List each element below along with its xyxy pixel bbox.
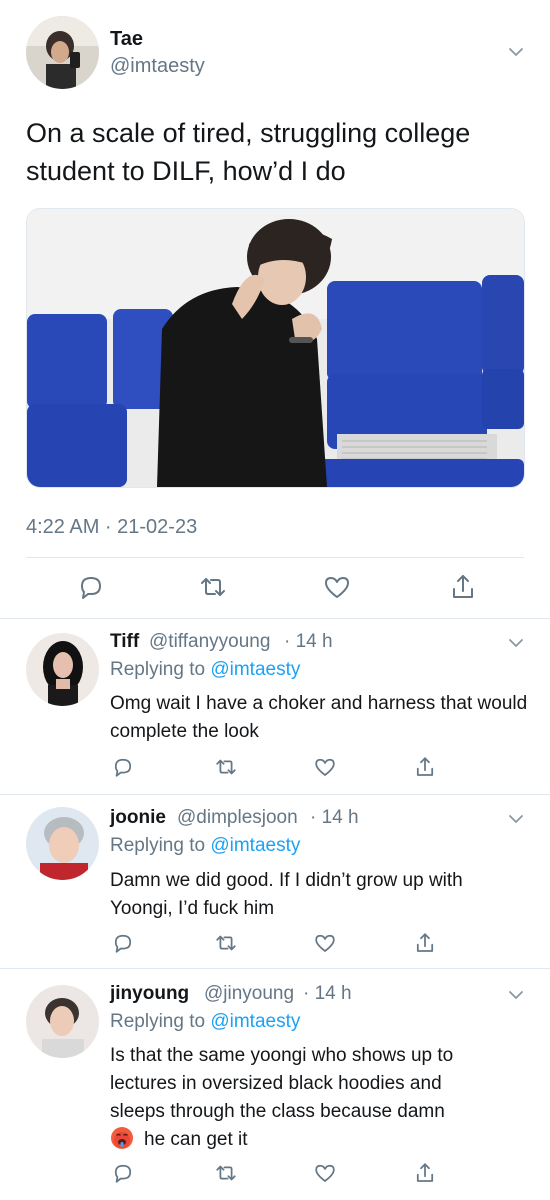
chevron-down-icon[interactable] <box>506 985 526 1005</box>
reply-avatar[interactable] <box>26 985 99 1058</box>
reply-author-name[interactable]: Tiff <box>110 631 139 653</box>
reply-tweet[interactable]: Tiff @tiffanyyoung · 14 h Replying to @i… <box>0 619 550 794</box>
like-icon[interactable] <box>313 931 337 955</box>
reply-icon[interactable] <box>111 1161 135 1185</box>
reply-text-line: he can get it <box>110 1126 530 1154</box>
divider <box>26 557 524 558</box>
reply-author-handle[interactable]: @dimplesjoon <box>177 807 298 829</box>
reply-author-handle[interactable]: @tiffanyyoung <box>149 631 270 653</box>
hot-face-emoji-icon <box>110 1126 134 1150</box>
reply-text: Omg wait I have a choker and harness tha… <box>110 693 528 742</box>
retweet-icon[interactable] <box>214 931 238 955</box>
share-icon[interactable] <box>413 931 437 955</box>
replying-to: Replying to @imtaesty <box>110 835 300 857</box>
reply-author-name[interactable]: jinyoung <box>110 983 189 1005</box>
replying-to-label: Replying to <box>110 1011 206 1032</box>
retweet-icon[interactable] <box>198 572 228 602</box>
replying-to-label: Replying to <box>110 835 206 856</box>
share-icon[interactable] <box>413 1161 437 1185</box>
retweet-icon[interactable] <box>214 755 238 779</box>
reply-avatar[interactable] <box>26 807 99 880</box>
like-icon[interactable] <box>322 572 352 602</box>
replying-to-mention[interactable]: @imtaesty <box>210 835 300 856</box>
reply-author-name[interactable]: joonie <box>110 807 166 829</box>
reply-text-line: Is that the same yoongi who shows up to <box>110 1045 454 1066</box>
reply-text-line: sleeps through the class because damn <box>110 1101 445 1122</box>
chevron-down-icon[interactable] <box>506 42 526 62</box>
author-handle[interactable]: @imtaesty <box>110 55 205 78</box>
reply-author-handle[interactable]: @jinyoung <box>204 983 294 1005</box>
tweet-photo[interactable] <box>26 208 525 488</box>
reply-icon[interactable] <box>76 572 106 602</box>
replying-to: Replying to @imtaesty <box>110 1011 300 1033</box>
author-avatar[interactable] <box>26 16 99 89</box>
reply-time[interactable]: · 14 h <box>284 631 333 653</box>
reply-text-tail: he can get it <box>144 1129 248 1150</box>
retweet-icon[interactable] <box>214 1161 238 1185</box>
like-icon[interactable] <box>313 1161 337 1185</box>
replying-to-mention[interactable]: @imtaesty <box>210 659 300 680</box>
reply-text: Damn we did good. If I didn’t grow up wi… <box>110 870 463 919</box>
chevron-down-icon[interactable] <box>506 633 526 653</box>
replying-to: Replying to @imtaesty <box>110 659 300 681</box>
reply-text: Is that the same yoongi who shows up to … <box>110 1042 530 1154</box>
reply-icon[interactable] <box>111 755 135 779</box>
main-tweet: Tae @imtaesty On a scale of tired, strug… <box>0 0 550 618</box>
tweet-timestamp[interactable]: 4:22 AM · 21-02-23 <box>26 516 197 539</box>
reply-icon[interactable] <box>111 931 135 955</box>
like-icon[interactable] <box>313 755 337 779</box>
share-icon[interactable] <box>448 572 478 602</box>
author-name[interactable]: Tae <box>110 28 143 51</box>
reply-tweet[interactable]: jinyoung @jinyoung · 14 h Replying to @i… <box>0 969 550 1200</box>
share-icon[interactable] <box>413 755 437 779</box>
reply-avatar[interactable] <box>26 633 99 706</box>
reply-time[interactable]: · 14 h <box>303 983 352 1005</box>
reply-text-line: lectures in oversized black hoodies and <box>110 1073 442 1094</box>
replying-to-label: Replying to <box>110 659 206 680</box>
tweet-text: On a scale of tired, struggling college … <box>26 118 471 186</box>
reply-time[interactable]: · 14 h <box>310 807 359 829</box>
chevron-down-icon[interactable] <box>506 809 526 829</box>
reply-tweet[interactable]: joonie @dimplesjoon · 14 h Replying to @… <box>0 795 550 968</box>
replying-to-mention[interactable]: @imtaesty <box>210 1011 300 1032</box>
